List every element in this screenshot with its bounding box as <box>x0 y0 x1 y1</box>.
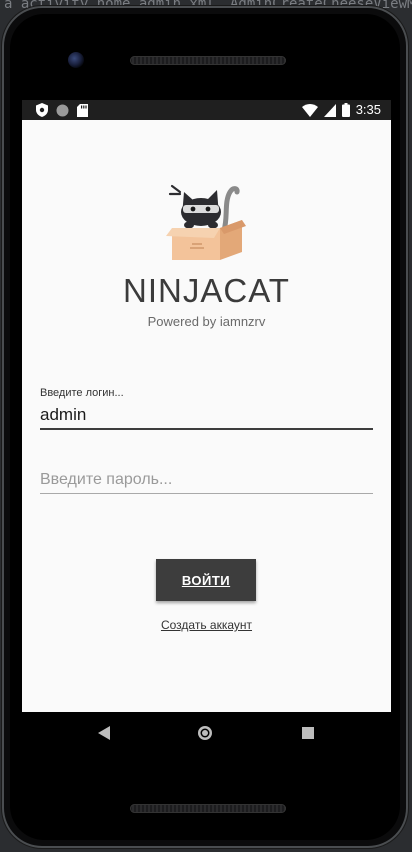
shield-icon <box>36 103 48 117</box>
bottom-speaker <box>130 804 286 813</box>
password-input[interactable] <box>40 466 373 494</box>
login-field-label: Введите логин... <box>40 387 124 399</box>
signal-icon <box>323 103 336 117</box>
recent-apps-icon[interactable] <box>302 727 314 739</box>
top-speaker <box>130 56 286 65</box>
battery-icon <box>341 103 350 117</box>
back-icon[interactable] <box>98 726 110 740</box>
status-bar-right-icons: 3:35 <box>301 102 381 117</box>
app-subtitle: Powered by iamnzrv <box>147 314 266 329</box>
circle-icon <box>56 104 69 116</box>
login-input[interactable] <box>40 402 373 430</box>
wifi-icon <box>301 103 318 117</box>
front-camera <box>68 52 84 68</box>
create-account-link[interactable]: Создать аккаунт <box>22 618 391 632</box>
ninja-cat-logo <box>166 184 246 260</box>
app-title: NINJACAT <box>123 272 290 309</box>
app-screen: 3:35 NINJACAT Powered by iamnzrv Введите… <box>22 100 391 712</box>
status-time: 3:35 <box>355 102 381 117</box>
android-navigation-bar <box>22 712 391 758</box>
home-icon[interactable] <box>196 724 214 742</box>
sd-card-icon <box>77 103 88 117</box>
status-bar: 3:35 <box>22 100 391 120</box>
login-button[interactable]: ВОЙТИ <box>156 559 256 601</box>
status-bar-left-icons <box>36 103 88 117</box>
